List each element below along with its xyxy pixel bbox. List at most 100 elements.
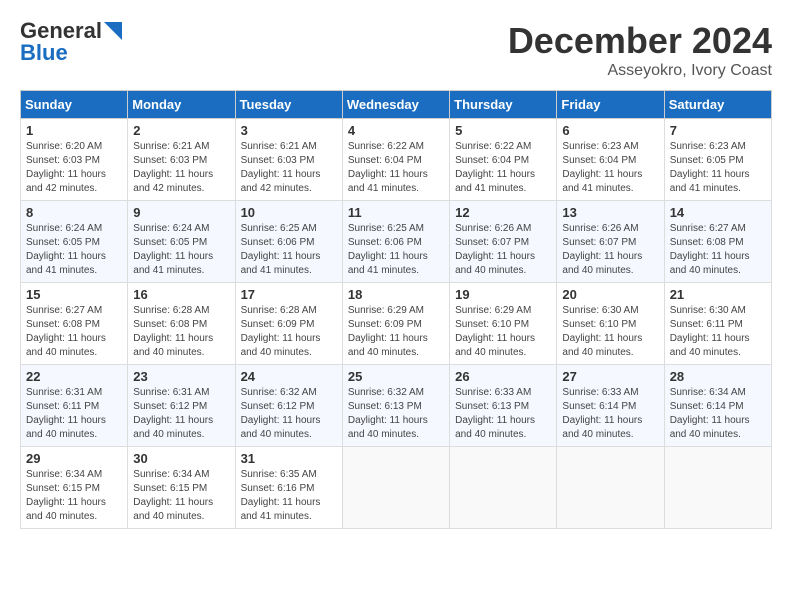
- calendar-cell: 21 Sunrise: 6:30 AMSunset: 6:11 PMDayligh…: [664, 283, 771, 365]
- calendar-cell: 17 Sunrise: 6:28 AMSunset: 6:09 PMDayligh…: [235, 283, 342, 365]
- page-header: General Blue December 2024 Asseyokro, Iv…: [20, 20, 772, 80]
- calendar-cell: 28 Sunrise: 6:34 AMSunset: 6:14 PMDayligh…: [664, 365, 771, 447]
- day-number: 2: [133, 123, 229, 138]
- column-header-monday: Monday: [128, 91, 235, 119]
- day-info: Sunrise: 6:29 AMSunset: 6:09 PMDaylight:…: [348, 304, 444, 360]
- day-number: 25: [348, 369, 444, 384]
- day-number: 28: [670, 369, 766, 384]
- day-number: 8: [26, 205, 122, 220]
- day-info: Sunrise: 6:31 AMSunset: 6:11 PMDaylight:…: [26, 386, 122, 442]
- day-number: 18: [348, 287, 444, 302]
- calendar-cell: 7 Sunrise: 6:23 AMSunset: 6:05 PMDaylight…: [664, 119, 771, 201]
- calendar-table: SundayMondayTuesdayWednesdayThursdayFrid…: [20, 90, 772, 529]
- day-number: 10: [241, 205, 337, 220]
- day-info: Sunrise: 6:35 AMSunset: 6:16 PMDaylight:…: [241, 468, 337, 524]
- calendar-cell: 20Sunrise: 6:30 AMSunset: 6:10 PMDayligh…: [557, 283, 664, 365]
- calendar-cell: 2Sunrise: 6:21 AMSunset: 6:03 PMDaylight…: [128, 119, 235, 201]
- calendar-cell: 15Sunrise: 6:27 AMSunset: 6:08 PMDayligh…: [21, 283, 128, 365]
- day-info: Sunrise: 6:27 AMSunset: 6:08 PMDaylight:…: [670, 222, 766, 278]
- location-subtitle: Asseyokro, Ivory Coast: [508, 62, 772, 80]
- day-number: 24: [241, 369, 337, 384]
- day-info: Sunrise: 6:22 AMSunset: 6:04 PMDaylight:…: [455, 140, 551, 196]
- day-number: 22: [26, 369, 122, 384]
- day-info: Sunrise: 6:32 AMSunset: 6:12 PMDaylight:…: [241, 386, 337, 442]
- calendar-cell: 11Sunrise: 6:25 AMSunset: 6:06 PMDayligh…: [342, 201, 449, 283]
- day-number: 23: [133, 369, 229, 384]
- day-info: Sunrise: 6:34 AMSunset: 6:15 PMDaylight:…: [26, 468, 122, 524]
- calendar-cell: 10 Sunrise: 6:25 AMSunset: 6:06 PMDayligh…: [235, 201, 342, 283]
- logo-general-text: General: [20, 20, 102, 42]
- calendar-cell: 9Sunrise: 6:24 AMSunset: 6:05 PMDaylight…: [128, 201, 235, 283]
- calendar-week-row: 8 Sunrise: 6:24 AMSunset: 6:05 PMDaylight…: [21, 201, 772, 283]
- day-number: 20: [562, 287, 658, 302]
- day-number: 27: [562, 369, 658, 384]
- logo-blue-text: Blue: [20, 42, 68, 64]
- calendar-cell: [664, 447, 771, 529]
- calendar-cell: 5 Sunrise: 6:22 AMSunset: 6:04 PMDaylight…: [450, 119, 557, 201]
- day-info: Sunrise: 6:34 AMSunset: 6:14 PMDaylight:…: [670, 386, 766, 442]
- calendar-cell: 1Sunrise: 6:20 AMSunset: 6:03 PMDaylight…: [21, 119, 128, 201]
- calendar-cell: 25 Sunrise: 6:32 AMSunset: 6:13 PMDayligh…: [342, 365, 449, 447]
- day-number: 7: [670, 123, 766, 138]
- calendar-week-row: 29 Sunrise: 6:34 AMSunset: 6:15 PMDayligh…: [21, 447, 772, 529]
- calendar-cell: 13 Sunrise: 6:26 AMSunset: 6:07 PMDayligh…: [557, 201, 664, 283]
- day-info: Sunrise: 6:33 AMSunset: 6:13 PMDaylight:…: [455, 386, 551, 442]
- calendar-cell: 27 Sunrise: 6:33 AMSunset: 6:14 PMDayligh…: [557, 365, 664, 447]
- day-info: Sunrise: 6:33 AMSunset: 6:14 PMDaylight:…: [562, 386, 658, 442]
- day-number: 19: [455, 287, 551, 302]
- calendar-header-row: SundayMondayTuesdayWednesdayThursdayFrid…: [21, 91, 772, 119]
- calendar-cell: 30 Sunrise: 6:34 AMSunset: 6:15 PMDayligh…: [128, 447, 235, 529]
- calendar-cell: 18 Sunrise: 6:29 AMSunset: 6:09 PMDayligh…: [342, 283, 449, 365]
- day-number: 30: [133, 451, 229, 466]
- logo: General Blue: [20, 20, 122, 64]
- day-number: 21: [670, 287, 766, 302]
- calendar-cell: 23 Sunrise: 6:31 AMSunset: 6:12 PMDayligh…: [128, 365, 235, 447]
- calendar-cell: 16 Sunrise: 6:28 AMSunset: 6:08 PMDayligh…: [128, 283, 235, 365]
- calendar-week-row: 1Sunrise: 6:20 AMSunset: 6:03 PMDaylight…: [21, 119, 772, 201]
- day-info: Sunrise: 6:32 AMSunset: 6:13 PMDaylight:…: [348, 386, 444, 442]
- column-header-sunday: Sunday: [21, 91, 128, 119]
- day-info: Sunrise: 6:29 AMSunset: 6:10 PMDaylight:…: [455, 304, 551, 360]
- day-info: Sunrise: 6:25 AMSunset: 6:06 PMDaylight:…: [241, 222, 337, 278]
- day-number: 13: [562, 205, 658, 220]
- month-title: December 2024: [508, 20, 772, 62]
- column-header-tuesday: Tuesday: [235, 91, 342, 119]
- day-info: Sunrise: 6:24 AMSunset: 6:05 PMDaylight:…: [133, 222, 229, 278]
- calendar-cell: 14 Sunrise: 6:27 AMSunset: 6:08 PMDayligh…: [664, 201, 771, 283]
- day-number: 16: [133, 287, 229, 302]
- column-header-saturday: Saturday: [664, 91, 771, 119]
- calendar-week-row: 22 Sunrise: 6:31 AMSunset: 6:11 PMDayligh…: [21, 365, 772, 447]
- day-number: 17: [241, 287, 337, 302]
- day-info: Sunrise: 6:26 AMSunset: 6:07 PMDaylight:…: [455, 222, 551, 278]
- day-number: 29: [26, 451, 122, 466]
- day-info: Sunrise: 6:28 AMSunset: 6:09 PMDaylight:…: [241, 304, 337, 360]
- calendar-cell: [450, 447, 557, 529]
- day-info: Sunrise: 6:25 AMSunset: 6:06 PMDaylight:…: [348, 222, 444, 278]
- day-info: Sunrise: 6:28 AMSunset: 6:08 PMDaylight:…: [133, 304, 229, 360]
- day-info: Sunrise: 6:21 AMSunset: 6:03 PMDaylight:…: [241, 140, 337, 196]
- day-info: Sunrise: 6:26 AMSunset: 6:07 PMDaylight:…: [562, 222, 658, 278]
- calendar-cell: 3Sunrise: 6:21 AMSunset: 6:03 PMDaylight…: [235, 119, 342, 201]
- day-info: Sunrise: 6:22 AMSunset: 6:04 PMDaylight:…: [348, 140, 444, 196]
- calendar-cell: 24 Sunrise: 6:32 AMSunset: 6:12 PMDayligh…: [235, 365, 342, 447]
- day-number: 4: [348, 123, 444, 138]
- calendar-cell: 12 Sunrise: 6:26 AMSunset: 6:07 PMDayligh…: [450, 201, 557, 283]
- day-number: 14: [670, 205, 766, 220]
- calendar-cell: 6Sunrise: 6:23 AMSunset: 6:04 PMDaylight…: [557, 119, 664, 201]
- column-header-friday: Friday: [557, 91, 664, 119]
- calendar-cell: 8Sunrise: 6:24 AMSunset: 6:05 PMDaylight…: [21, 201, 128, 283]
- day-number: 12: [455, 205, 551, 220]
- day-number: 1: [26, 123, 122, 138]
- calendar-cell: 31 Sunrise: 6:35 AMSunset: 6:16 PMDayligh…: [235, 447, 342, 529]
- calendar-cell: 26Sunrise: 6:33 AMSunset: 6:13 PMDayligh…: [450, 365, 557, 447]
- calendar-cell: [557, 447, 664, 529]
- day-info: Sunrise: 6:23 AMSunset: 6:05 PMDaylight:…: [670, 140, 766, 196]
- day-info: Sunrise: 6:34 AMSunset: 6:15 PMDaylight:…: [133, 468, 229, 524]
- day-number: 31: [241, 451, 337, 466]
- day-info: Sunrise: 6:31 AMSunset: 6:12 PMDaylight:…: [133, 386, 229, 442]
- day-number: 5: [455, 123, 551, 138]
- column-header-wednesday: Wednesday: [342, 91, 449, 119]
- day-info: Sunrise: 6:30 AMSunset: 6:11 PMDaylight:…: [670, 304, 766, 360]
- column-header-thursday: Thursday: [450, 91, 557, 119]
- calendar-week-row: 15Sunrise: 6:27 AMSunset: 6:08 PMDayligh…: [21, 283, 772, 365]
